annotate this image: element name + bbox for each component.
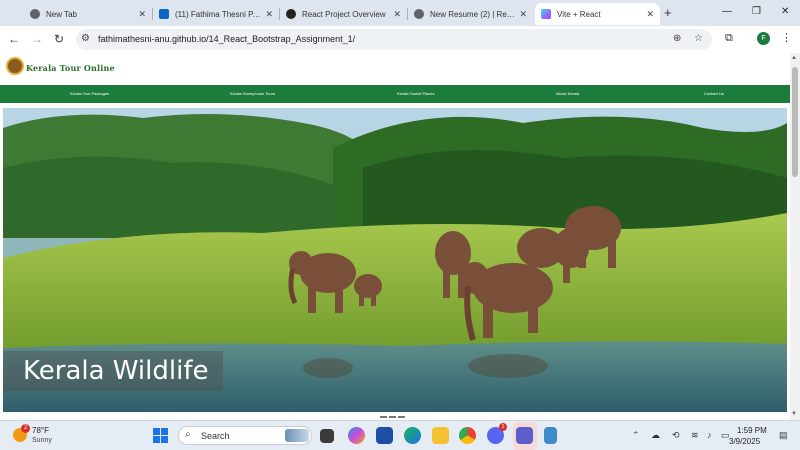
page-scrollbar[interactable]: ▲ ▼ — [790, 53, 800, 420]
scrollbar-thumb[interactable] — [792, 67, 798, 177]
vite-icon — [541, 9, 551, 19]
windows-taskbar: 2 78°F Sunny ⌕ Search 1 ⌃ ☁ ⟲ ≋ ♪ ▭ 1:59… — [0, 420, 800, 450]
nav-link-tourist-places[interactable]: Kerala Tourist Places — [397, 91, 435, 96]
zoom-icon[interactable]: ⊕ — [673, 33, 681, 44]
chatgpt-icon — [286, 9, 296, 19]
site-nav: Kerala Tour Packages Kerala Honeymoon To… — [0, 85, 790, 103]
chrome-icon — [30, 9, 40, 19]
browser-tab-strip: New Tab ✕ (11) Fathima Thesni P.A. | ✕ R… — [0, 0, 800, 26]
linkedin-icon — [159, 9, 169, 19]
nav-link-tour-packages[interactable]: Kerala Tour Packages — [70, 91, 109, 96]
tab-new-resume[interactable]: New Resume (2) | Resume ✕ — [408, 3, 533, 25]
windows-logo-icon — [153, 428, 160, 435]
volume-icon[interactable]: ♪ — [707, 430, 712, 440]
reload-icon[interactable]: ↻ — [54, 32, 64, 46]
task-view-icon[interactable] — [320, 429, 334, 443]
tab-new-tab[interactable]: New Tab ✕ — [24, 3, 152, 25]
nav-link-about[interactable]: About Kerala — [556, 91, 579, 96]
notification-bell-icon[interactable]: ▤ — [779, 430, 788, 441]
site-logo-text[interactable]: Kerala Tour Online — [26, 63, 115, 73]
file-explorer-icon[interactable] — [432, 427, 449, 444]
start-button[interactable] — [153, 428, 168, 443]
forward-icon[interactable]: → — [31, 32, 43, 46]
clock-time[interactable]: 1:59 PM — [737, 426, 767, 435]
hero-carousel[interactable]: Kerala Wildlife — [3, 108, 787, 412]
weather-temperature[interactable]: 78°F — [32, 426, 49, 435]
web-page: Kerala Tour Online Kerala Tour Packages … — [0, 53, 790, 420]
profile-avatar[interactable]: F — [757, 32, 770, 45]
url-text[interactable]: fathimathesni-anu.github.io/14_React_Boo… — [98, 34, 355, 44]
tab-vite-react[interactable]: Vite + React ✕ — [535, 3, 660, 25]
search-highlight-icon — [285, 429, 309, 442]
carousel-indicator[interactable] — [389, 416, 396, 418]
wifi-icon[interactable]: ≋ — [691, 430, 699, 441]
close-window-icon[interactable]: ✕ — [781, 6, 789, 17]
logo-icon[interactable] — [6, 57, 24, 75]
tab-title: React Project Overview — [302, 9, 386, 19]
browser-toolbar: ← → ↻ ⚙ fathimathesni-anu.github.io/14_R… — [0, 26, 800, 53]
carousel-indicators — [380, 405, 407, 418]
carousel-indicator[interactable] — [380, 416, 387, 418]
scroll-down-arrow-icon[interactable]: ▼ — [791, 411, 797, 417]
microsoft-store-icon[interactable] — [376, 427, 393, 444]
tab-title: (11) Fathima Thesni P.A. | — [175, 9, 262, 19]
battery-saver-icon[interactable]: ⟲ — [672, 430, 680, 441]
more-menu-icon[interactable]: ⋮ — [781, 31, 792, 44]
restore-icon[interactable]: ❐ — [752, 6, 761, 17]
chrome-taskbar-icon[interactable] — [459, 427, 476, 444]
close-icon[interactable]: ✕ — [138, 9, 146, 20]
hero-caption: Kerala Wildlife — [23, 356, 209, 386]
minimize-icon[interactable]: — — [722, 6, 732, 17]
bookmark-star-icon[interactable]: ☆ — [694, 33, 703, 44]
hero-caption-box: Kerala Wildlife — [3, 351, 223, 391]
onedrive-icon[interactable]: ☁ — [651, 430, 660, 441]
copilot-icon[interactable] — [348, 427, 365, 444]
weather-condition[interactable]: Sunny — [32, 437, 52, 444]
discord-badge: 1 — [499, 423, 507, 431]
search-icon: ⌕ — [185, 429, 191, 440]
weather-badge: 2 — [21, 424, 30, 433]
back-icon[interactable]: ← — [8, 32, 20, 46]
extensions-icon[interactable]: ⧉ — [725, 32, 733, 45]
site-header: Kerala Tour Online — [0, 53, 790, 85]
carousel-indicator[interactable] — [398, 416, 405, 418]
tab-title: New Tab — [46, 9, 77, 19]
close-icon[interactable]: ✕ — [519, 9, 527, 20]
nav-link-contact[interactable]: Contact Us — [704, 91, 724, 96]
clock-date[interactable]: 3/9/2025 — [729, 437, 760, 446]
edge-icon[interactable] — [404, 427, 421, 444]
tab-linkedin[interactable]: (11) Fathima Thesni P.A. | ✕ — [153, 3, 279, 25]
teams-icon[interactable] — [516, 427, 533, 444]
scroll-up-arrow-icon[interactable]: ▲ — [791, 55, 797, 61]
tab-react-project-overview[interactable]: React Project Overview ✕ — [280, 3, 407, 25]
address-bar[interactable]: ⚙ fathimathesni-anu.github.io/14_React_B… — [76, 29, 712, 50]
new-tab-button[interactable]: + — [664, 5, 672, 20]
tab-title: Vite + React — [557, 9, 601, 19]
close-icon[interactable]: ✕ — [393, 9, 401, 20]
taskbar-search[interactable]: ⌕ Search — [178, 426, 312, 445]
nav-link-honeymoon-tours[interactable]: Kerala Honeymoon Tours — [230, 91, 275, 96]
site-info-icon[interactable]: ⚙ — [81, 33, 90, 44]
notepad-icon[interactable] — [544, 427, 557, 444]
search-label: Search — [201, 431, 230, 441]
close-icon[interactable]: ✕ — [646, 9, 654, 20]
globe-icon — [414, 9, 424, 19]
tab-title: New Resume (2) | Resume — [430, 9, 516, 19]
show-hidden-icons-chevron-icon[interactable]: ⌃ — [632, 430, 640, 441]
close-icon[interactable]: ✕ — [265, 9, 273, 20]
